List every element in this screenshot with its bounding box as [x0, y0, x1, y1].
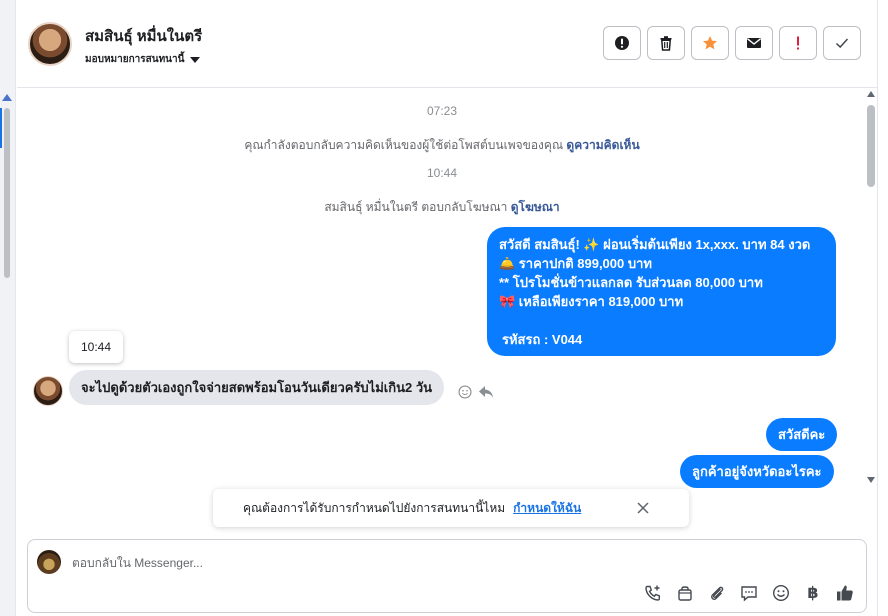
smiley-icon: [772, 584, 790, 602]
assign-to-me-link[interactable]: กำหนดให้ฉัน: [513, 499, 581, 518]
caret-down-icon: [190, 56, 201, 63]
reply-icon[interactable]: [478, 385, 494, 399]
close-icon[interactable]: [635, 500, 651, 516]
check-icon: [835, 38, 849, 49]
call-button[interactable]: [644, 584, 662, 602]
scroll-down-arrow-icon[interactable]: [867, 477, 875, 483]
message-hover-actions: [458, 385, 494, 399]
ad-line: รหัสรถ : V044: [502, 332, 583, 347]
page-avatar: [37, 550, 61, 574]
scrollbar-thumb[interactable]: [867, 105, 875, 187]
shopping-bag-icon: [678, 586, 692, 601]
thumbs-up-icon: [837, 585, 853, 601]
ad-line: ** โปรโมชั่นข้าวแลกลด รับส่วนลด 80,000 บ…: [499, 275, 763, 290]
left-scrollbar-thumb[interactable]: [4, 108, 10, 278]
priority-button[interactable]: [779, 26, 817, 60]
left-panel-edge: [0, 0, 16, 616]
assign-notice: คุณต้องการได้รับการกำหนดไปยังการสนทนานี้…: [213, 489, 689, 527]
timestamp: 10:44: [426, 166, 458, 180]
emoji-button[interactable]: [772, 584, 790, 602]
ad-line: 🎀 เหลือเพียงราคา 819,000 บาท: [499, 294, 684, 309]
assign-label: มอบหมายการสนทนานี้: [85, 54, 185, 65]
sender-avatar: [33, 376, 63, 406]
timestamp-tooltip: 10:44: [69, 331, 123, 363]
system-message-ad: สมสินธุ์ หมื่นในตรี ตอบกลับโฆษณา ดูโฆษณา: [17, 198, 867, 217]
selection-indicator: [0, 108, 2, 148]
saved-replies-button[interactable]: [740, 584, 758, 602]
reply-input[interactable]: ตอบกลับใน Messenger...: [72, 554, 203, 573]
scroll-up-arrow-icon[interactable]: [2, 94, 12, 101]
system-message-text: สมสินธุ์ หมื่นในตรี ตอบกลับโฆษณา: [324, 200, 508, 214]
message-list[interactable]: 07:23 คุณกำลังตอบกลับความคิดเห็นของผู้ใช…: [17, 89, 867, 529]
envelope-icon: [747, 38, 761, 48]
scroll-up-arrow-icon[interactable]: [867, 91, 875, 97]
mark-done-button[interactable]: [823, 26, 861, 60]
like-button[interactable]: [836, 584, 854, 602]
alert-button[interactable]: [603, 26, 641, 60]
exclamation-circle-icon: [615, 36, 629, 50]
right-divider: [877, 0, 878, 616]
outgoing-message[interactable]: ลูกค้าอยู่จังหวัดอะไรคะ: [680, 455, 834, 488]
trash-icon: [660, 36, 672, 51]
paperclip-icon: [711, 586, 724, 600]
outgoing-message[interactable]: สวัสดีคะ: [766, 418, 838, 451]
payment-button[interactable]: ฿: [804, 584, 822, 602]
incoming-message[interactable]: จะไปดูด้วยตัวเองถูกใจจ่ายสดพร้อมโอนวันเด…: [69, 370, 445, 405]
outgoing-ad-message[interactable]: สวัสดี สมสินธุ์! ✨ ผ่อนเริ่มต้นเพียง 1x,…: [487, 227, 836, 356]
delete-button[interactable]: [647, 26, 685, 60]
star-icon: [703, 36, 717, 50]
system-message-comment: คุณกำลังตอบกลับความคิดเห็นของผู้ใช้ต่อโพ…: [17, 136, 867, 155]
react-smiley-icon[interactable]: [458, 385, 472, 399]
composer-toolbar: ฿: [644, 584, 854, 602]
view-comment-link[interactable]: ดูความคิดเห็น: [566, 138, 639, 152]
chat-scrollbar[interactable]: [867, 89, 877, 489]
chat-bubble-icon: [741, 586, 757, 602]
phone-plus-icon: [645, 585, 660, 601]
exclamation-icon: [797, 36, 799, 50]
attach-button[interactable]: [708, 584, 726, 602]
system-message-text: คุณกำลังตอบกลับความคิดเห็นของผู้ใช้ต่อโพ…: [244, 138, 564, 152]
header-actions: [603, 26, 861, 60]
shop-button[interactable]: [676, 584, 694, 602]
assign-conversation-dropdown[interactable]: มอบหมายการสนทนานี้: [85, 52, 201, 67]
ad-line: 🛎️ ราคาปกติ 899,000 บาท: [499, 256, 652, 271]
assign-notice-text: คุณต้องการได้รับการกำหนดไปยังการสนทนานี้…: [243, 500, 506, 515]
contact-name[interactable]: สมสินธุ์ หมื่นในตรี: [85, 24, 202, 48]
mail-button[interactable]: [735, 26, 773, 60]
view-ad-link[interactable]: ดูโฆษณา: [511, 200, 560, 214]
message-composer: ตอบกลับใน Messenger... ฿: [27, 539, 867, 613]
timestamp: 07:23: [426, 104, 458, 118]
conversation-header: สมสินธุ์ หมื่นในตรี มอบหมายการสนทนานี้: [17, 0, 877, 88]
ad-line: สวัสดี สมสินธุ์! ✨ ผ่อนเริ่มต้นเพียง 1x,…: [499, 237, 811, 252]
contact-avatar[interactable]: [28, 22, 72, 66]
star-button[interactable]: [691, 26, 729, 60]
